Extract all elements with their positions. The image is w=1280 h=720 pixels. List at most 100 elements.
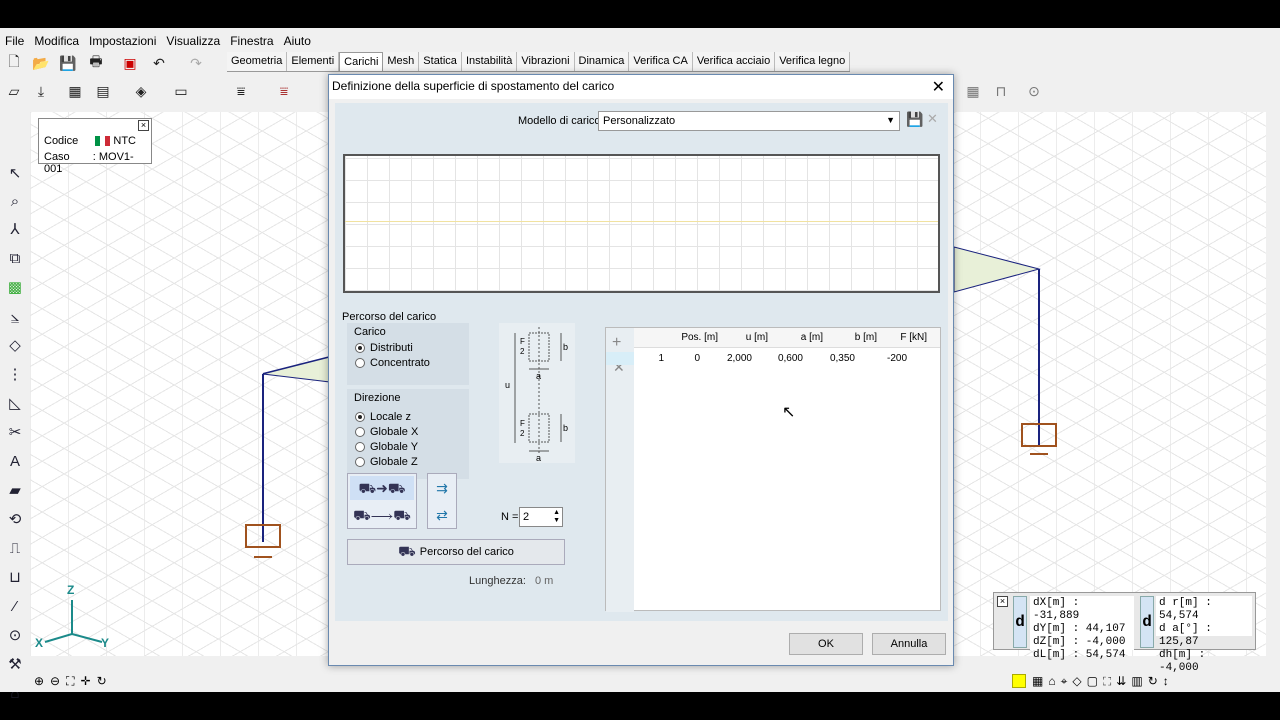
header-b: b [m] [854, 332, 877, 343]
radio-concentrato[interactable]: Concentrato [355, 357, 430, 369]
load-down-icon[interactable]: ⤓ [30, 80, 52, 102]
tab-instabilita[interactable]: Instabilità [461, 52, 518, 71]
extrude-icon[interactable]: ⎍ [4, 537, 26, 559]
forward-icon[interactable]: ⇉ [430, 476, 454, 500]
tab-mesh[interactable]: Mesh [383, 52, 420, 71]
truck-icon: ⛟ [398, 542, 416, 559]
layers-icon[interactable]: ▱ [3, 80, 25, 102]
copy-icon[interactable]: ⧉ [4, 247, 26, 269]
cell-a[interactable]: 0,600 [761, 353, 803, 364]
text-tool-icon[interactable]: A [4, 450, 26, 472]
lock-icon[interactable]: ⊙ [1023, 80, 1045, 102]
cell-pos[interactable]: 0 [662, 353, 700, 364]
dialog-title: Definizione della superficie di spostame… [329, 75, 953, 99]
axis-y [71, 633, 103, 643]
n-spinner[interactable]: 2 ▲ ▼ [519, 507, 563, 527]
rotate-icon[interactable]: ⟲ [4, 508, 26, 530]
table-side-tools: + ✕ [606, 328, 634, 612]
tab-verifica-acciaio[interactable]: Verifica acciaio [692, 52, 776, 71]
coords-close-icon[interactable]: × [997, 596, 1008, 607]
save-model-icon[interactable]: 💾 [906, 111, 923, 128]
cell-b[interactable]: 0,350 [811, 353, 855, 364]
zoom-icon[interactable]: ⌕ [4, 190, 26, 212]
swap-direction-icon[interactable]: ⇄ [430, 503, 454, 527]
grid-tool-icon[interactable]: ▦ [962, 80, 984, 102]
save-icon[interactable]: 💾 [57, 52, 79, 74]
diagram-a-bottom: a [536, 453, 542, 463]
row-selector[interactable] [606, 352, 634, 365]
snap-x-icon[interactable] [1012, 674, 1026, 688]
pointer-icon[interactable]: ↖ [4, 162, 26, 184]
load-set-icon[interactable]: ⩸ [273, 80, 295, 102]
list-icon[interactable]: ▤ [92, 80, 114, 102]
menu-finestra[interactable]: Finestra [225, 32, 278, 50]
beam-icon[interactable]: ⦥ [4, 305, 26, 327]
menu-file[interactable]: File [0, 32, 29, 50]
path-button[interactable]: ⛟ Percorso del carico [347, 539, 565, 565]
radio-globale-z[interactable]: Globale Z [355, 456, 418, 468]
tab-dinamica[interactable]: Dinamica [574, 52, 630, 71]
menu-impostazioni[interactable]: Impostazioni [84, 32, 161, 50]
radio-locale-z[interactable]: Locale z [355, 411, 411, 423]
split-icon[interactable]: ⋮ [4, 363, 26, 385]
truck-arrow-button[interactable]: ⛟⟶⛟ [350, 503, 414, 527]
tab-verifica-legno[interactable]: Verifica legno [775, 52, 851, 71]
tab-geometria[interactable]: Geometria [227, 52, 288, 71]
ok-button[interactable]: OK [789, 633, 863, 655]
add-row-icon[interactable]: + [612, 334, 621, 352]
vertical-scrollbar[interactable] [1266, 112, 1280, 658]
redo-icon[interactable]: ↷ [185, 52, 207, 74]
tab-vibrazioni[interactable]: Vibrazioni [517, 52, 575, 71]
diagram-u: u [505, 380, 511, 390]
view-icon[interactable]: ⊙ [4, 624, 26, 646]
window-icon[interactable]: ▭ [170, 80, 192, 102]
menu-modifica[interactable]: Modifica [29, 32, 84, 50]
radio-globale-y[interactable]: Globale Y [355, 441, 418, 453]
dialog-close-icon[interactable]: ✕ [932, 77, 945, 97]
tab-carichi[interactable]: Carichi [339, 52, 384, 71]
dx-value: dX[m] : -31,889 [1033, 597, 1080, 622]
cell-u[interactable]: 2,000 [706, 353, 752, 364]
stack-icon[interactable]: ◈ [130, 80, 152, 102]
tab-elementi[interactable]: Elementi [287, 52, 340, 71]
cancel-button[interactable]: Annulla [872, 633, 946, 655]
distributed-load-icon[interactable]: ⩸ [230, 80, 252, 102]
tab-statica[interactable]: Statica [419, 52, 462, 71]
pdf-icon[interactable]: ▣ [119, 52, 141, 74]
spinner-arrows-icon[interactable]: ▲ ▼ [553, 509, 560, 525]
menu-aiuto[interactable]: Aiuto [279, 32, 316, 50]
radio-dot [355, 427, 365, 437]
connect-icon[interactable]: ⊔ [4, 566, 26, 588]
open-folder-icon[interactable]: 📂 [30, 52, 52, 74]
undo-icon[interactable]: ↶ [148, 52, 170, 74]
direction-buttons: ⇉ ⇄ [427, 473, 457, 529]
model-select[interactable]: Personalizzato ▼ [598, 111, 900, 131]
ruler-icon[interactable]: ◺ [4, 392, 26, 414]
plane-icon[interactable]: ▰ [4, 479, 26, 501]
delete-model-icon[interactable]: ✕ [927, 111, 938, 127]
info-close-icon[interactable]: × [138, 120, 149, 131]
scissors-icon[interactable]: ✂ [4, 421, 26, 443]
menu-visualizza[interactable]: Visualizza [161, 32, 225, 50]
delta-polar-symbol: d [1140, 596, 1154, 648]
header-pos: Pos. [m] [681, 332, 718, 343]
zoom-controls-icon[interactable]: ⊕⊖⛶✛↻ [34, 674, 113, 689]
tab-verifica-ca[interactable]: Verifica CA [629, 52, 693, 71]
coordinates-panel: × d dX[m] : -31,889 dY[m] : 44,107 dZ[m]… [993, 592, 1256, 674]
node-icon[interactable]: ⅄ [4, 218, 26, 240]
table-icon[interactable]: ▦ [64, 80, 86, 102]
truck-path-button[interactable]: ⛟➜⛟ [350, 476, 414, 500]
color-grid-icon[interactable]: ▩ [4, 276, 26, 298]
radio-dot [355, 457, 365, 467]
print-icon[interactable]: 🖶 [85, 52, 107, 74]
diamond-icon[interactable]: ◇ [4, 334, 26, 356]
delta-symbol: d [1013, 596, 1027, 648]
path-section: Percorso del carico Carico Distributi Co… [335, 303, 948, 621]
bridge-icon[interactable]: ⊓ [990, 80, 1012, 102]
radio-distributi[interactable]: Distributi [355, 342, 413, 354]
measure-icon[interactable]: ⁄ [4, 595, 26, 617]
radio-globale-x[interactable]: Globale X [355, 426, 418, 438]
new-file-icon[interactable]: 🗋 [3, 52, 25, 74]
snap-tools-icon[interactable]: ▦⌂⌖◇▢⛶⇊▥↻↕ [1032, 674, 1174, 689]
cell-f-editing[interactable]: -200 [859, 353, 911, 364]
